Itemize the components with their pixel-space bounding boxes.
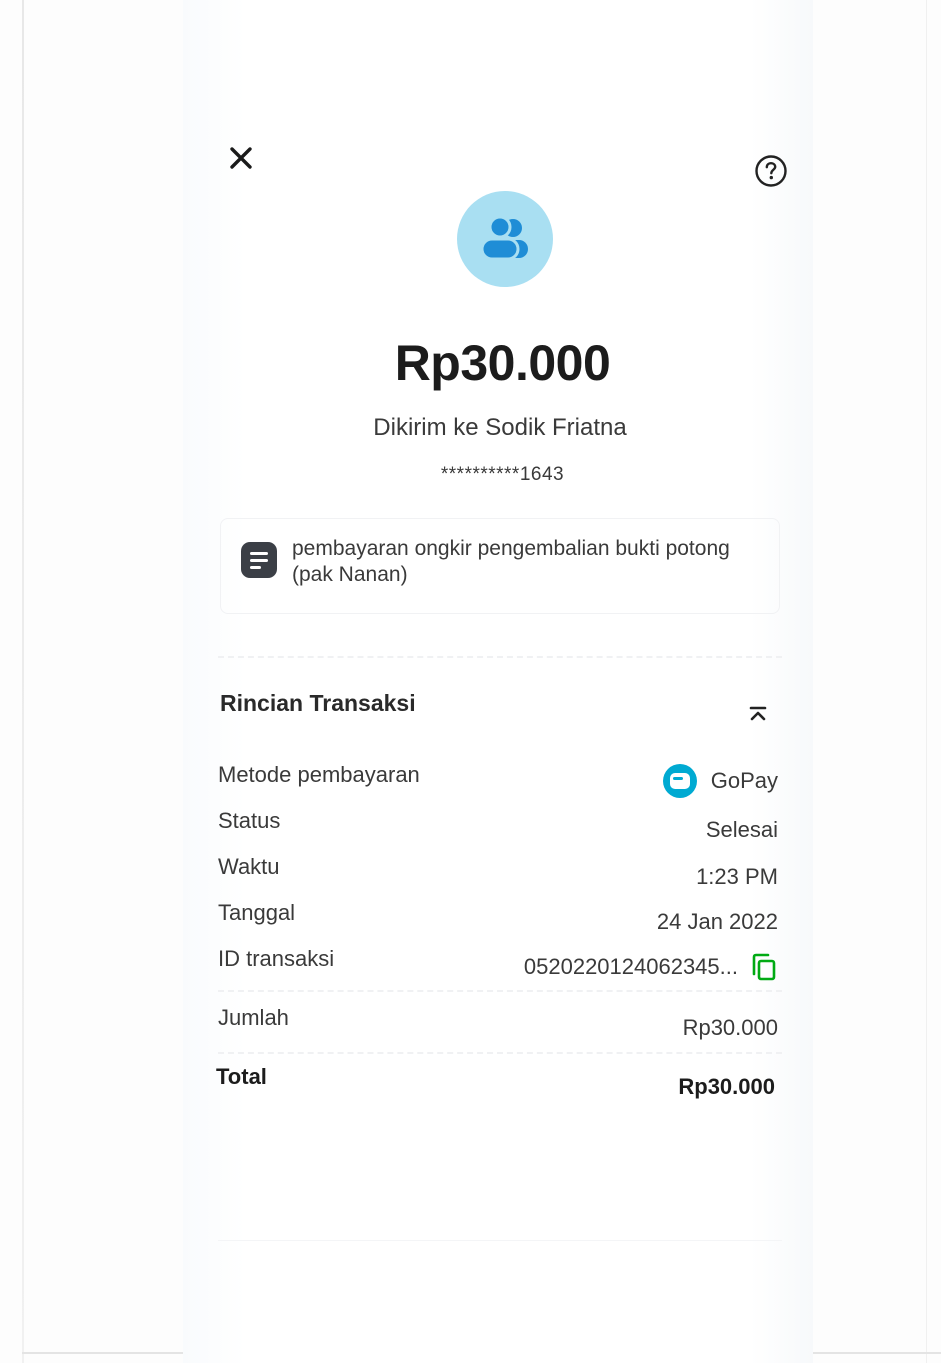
bottom-divider	[218, 1240, 782, 1241]
copy-icon[interactable]	[750, 952, 778, 982]
details-title: Rincian Transaksi	[220, 690, 416, 716]
date-value: 24 Jan 2022	[656, 909, 778, 934]
gopay-wallet-icon	[662, 764, 697, 798]
scan-edge	[926, 0, 927, 1363]
chevron-up-double-icon	[749, 706, 767, 721]
total-value: Rp30.000	[678, 1074, 775, 1099]
people-icon	[480, 215, 528, 261]
transaction-id-text: 0520220124062345...	[523, 954, 738, 979]
date-label: Tanggal	[218, 900, 296, 925]
note-text-line: (pak Nanan)	[292, 563, 408, 586]
time-value: 1:23 PM	[696, 864, 778, 889]
time-label: Waktu	[218, 854, 280, 879]
amount-label: Jumlah	[218, 1005, 289, 1030]
help-button[interactable]	[752, 152, 790, 190]
transaction-amount: Rp30.000	[394, 335, 611, 391]
collapse-details-button[interactable]	[744, 700, 772, 728]
status-value: Selesai	[705, 817, 778, 842]
payment-method-label: Metode pembayaran	[218, 762, 420, 787]
section-divider	[218, 656, 782, 658]
scan-edge	[22, 0, 24, 1363]
note-text: pembayaran ongkir pengembalian bukti pot…	[292, 536, 772, 588]
help-circle-icon	[755, 155, 787, 187]
section-divider	[218, 990, 782, 992]
note-text-line: pembayaran ongkir pengembalian bukti pot…	[292, 537, 730, 560]
note-icon	[241, 542, 277, 578]
transaction-id-value: 0520220124062345...	[524, 952, 778, 982]
masked-account-number: **********1643	[440, 464, 565, 485]
section-divider	[218, 1052, 782, 1054]
close-button[interactable]	[224, 140, 258, 176]
total-label: Total	[216, 1064, 267, 1089]
payment-method-value: GoPay	[662, 764, 778, 798]
transaction-id-label: ID transaksi	[218, 946, 335, 971]
recipient-line: Dikirim ke Sodik Friatna	[373, 414, 627, 441]
recipient-avatar	[457, 191, 553, 287]
close-icon	[230, 147, 252, 169]
status-label: Status	[218, 808, 281, 833]
payment-method-text: GoPay	[710, 768, 778, 793]
transaction-detail-page: Rp30.000 Dikirim ke Sodik Friatna ******…	[0, 0, 941, 1363]
amount-value: Rp30.000	[682, 1015, 778, 1040]
